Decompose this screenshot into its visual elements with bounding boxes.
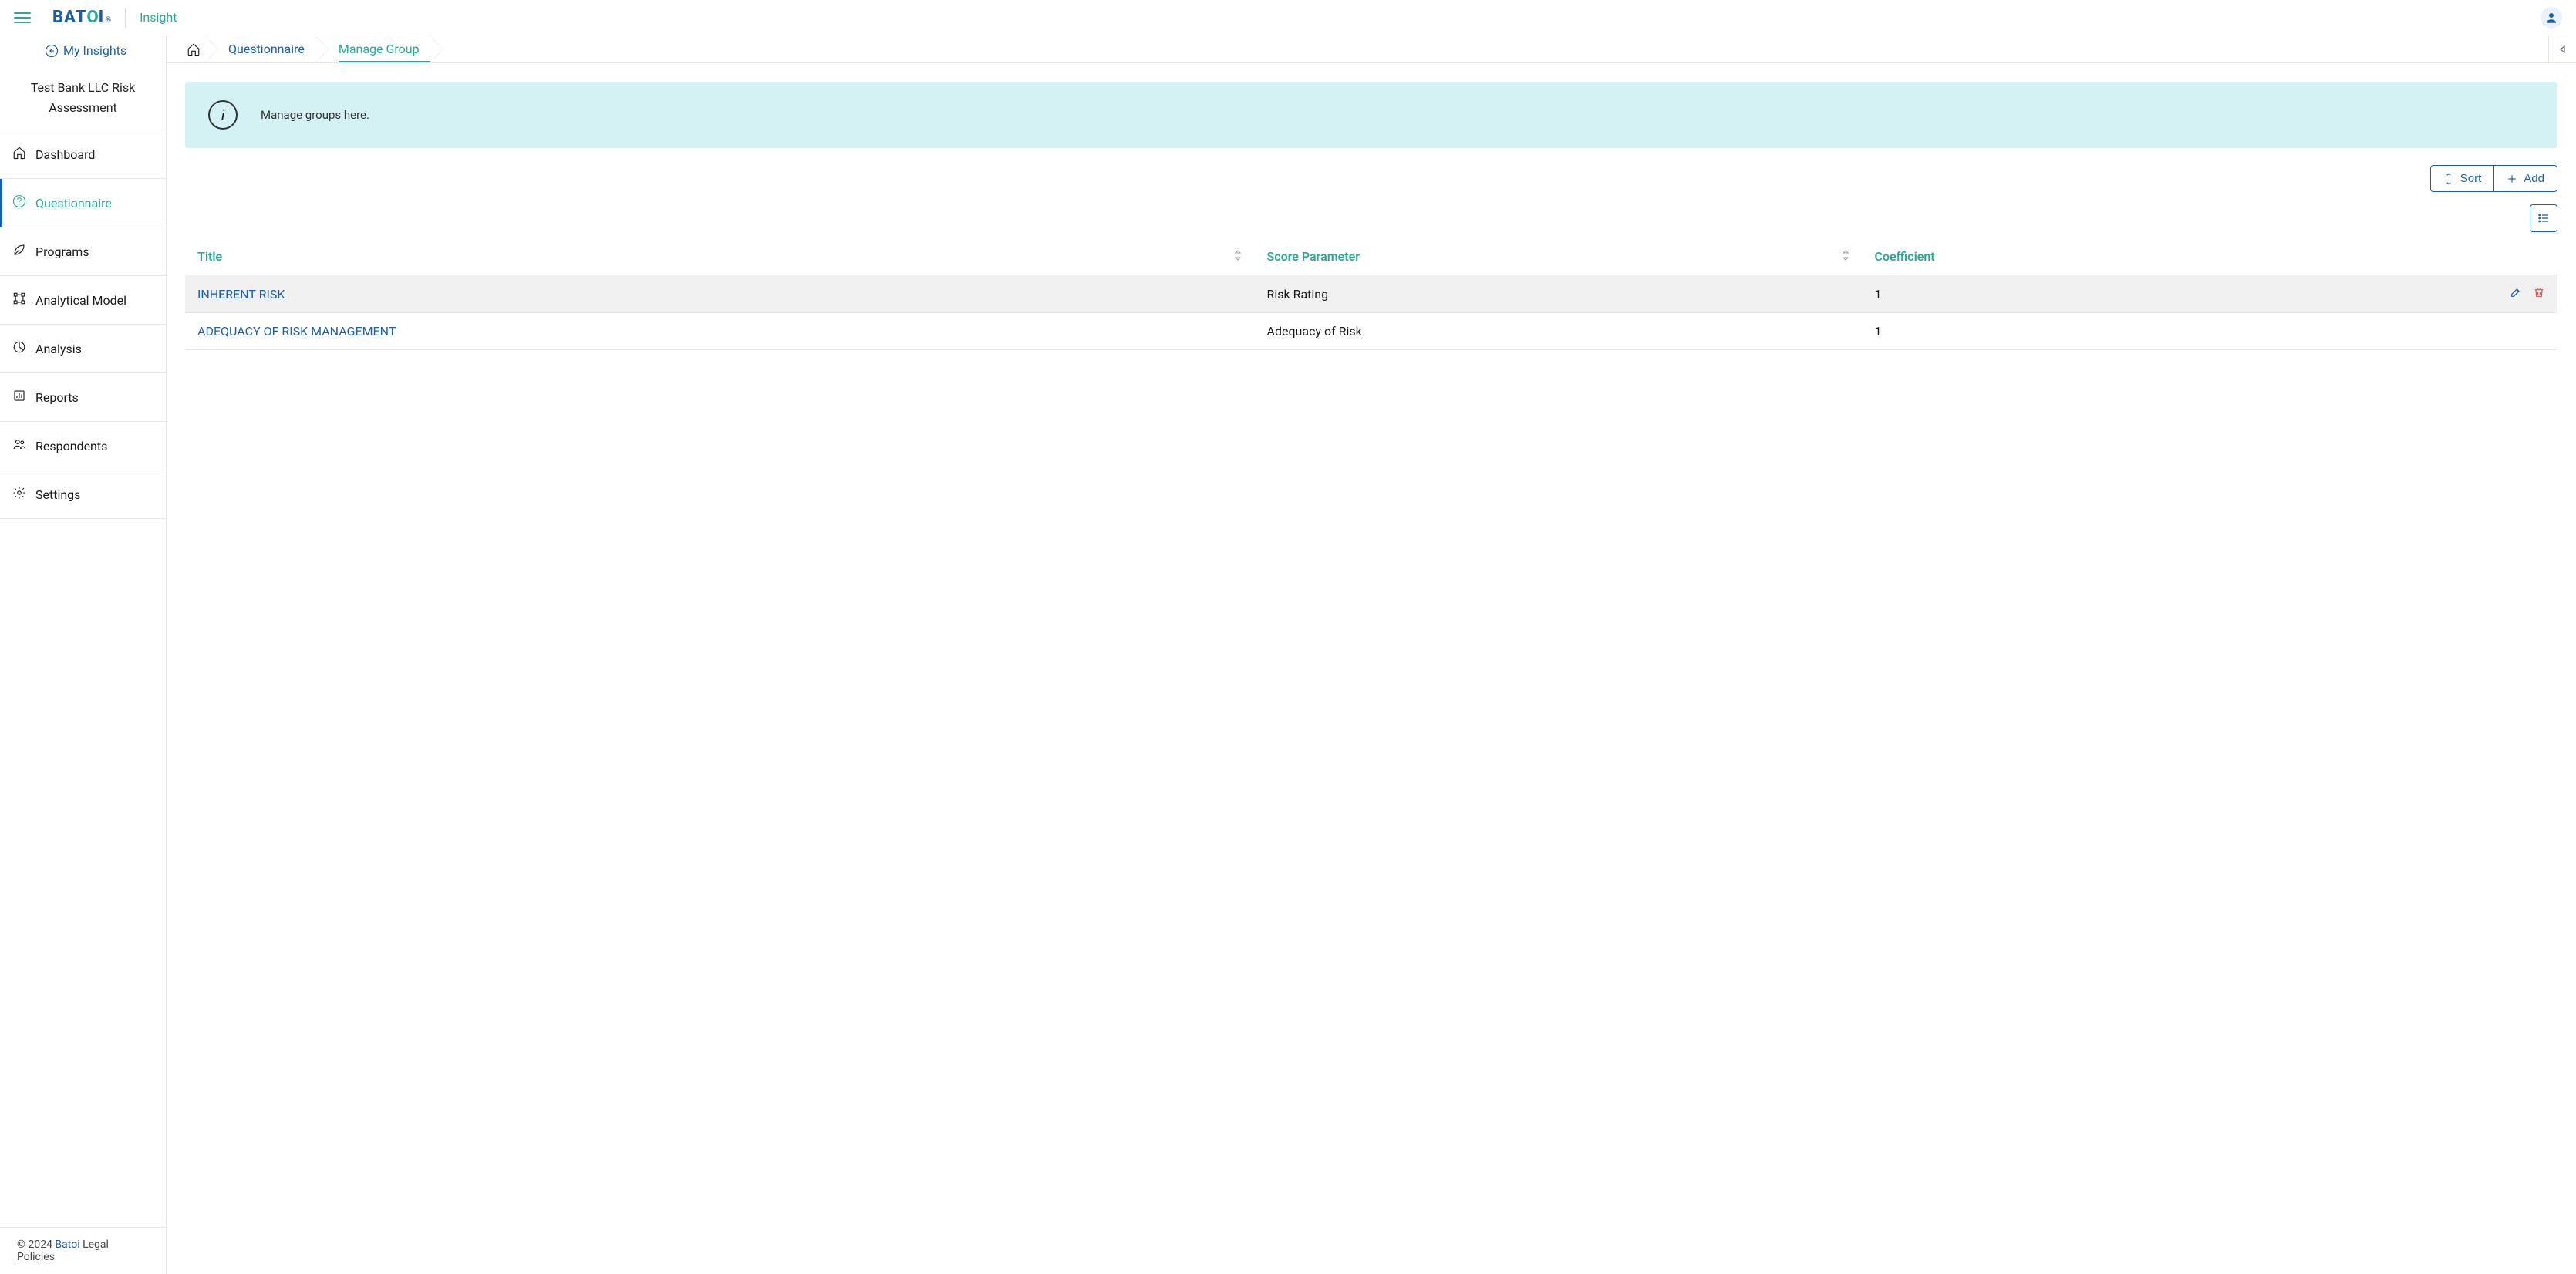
toolbar: Sort Add (185, 165, 2557, 192)
sidebar-nav: Dashboard Questionnaire Programs Analytical… (0, 130, 166, 519)
cell-coefficient: 1 (1863, 313, 2270, 350)
user-icon (2544, 11, 2558, 25)
sidebar-item-label: Reports (35, 390, 79, 405)
cell-title: INHERENT RISK (185, 275, 1255, 313)
sidebar-item-questionnaire[interactable]: Questionnaire (0, 179, 166, 228)
row-actions (2281, 286, 2545, 302)
sidebar-item-analytical-model[interactable]: Analytical Model (0, 276, 166, 325)
my-insights-link[interactable]: My Insights (0, 35, 166, 66)
add-label: Add (2524, 172, 2544, 185)
sort-icon (2443, 174, 2454, 184)
menu-toggle-icon[interactable] (14, 9, 31, 26)
cell-score-param: Risk Rating (1255, 275, 1863, 313)
trash-icon[interactable] (2533, 286, 2545, 302)
triangle-left-icon (2558, 45, 2568, 54)
list-icon (2537, 212, 2550, 224)
col-title-label: Title (197, 249, 222, 264)
collapse-panel-button[interactable] (2548, 35, 2576, 62)
logo-tail: I (99, 8, 105, 27)
logo-leaf: O (86, 8, 98, 27)
sort-toggle-icon[interactable] (1233, 249, 1242, 264)
plus-icon (2507, 174, 2517, 184)
app-name[interactable]: Insight (140, 10, 177, 25)
sidebar-item-analysis[interactable]: Analysis (0, 325, 166, 373)
main-area: i Manage groups here. Sort Add (167, 63, 2576, 1274)
sidebar-item-label: Settings (35, 487, 80, 502)
list-view-toggle[interactable] (2530, 204, 2557, 232)
topbar: BAT O I ® Insight (0, 0, 2576, 35)
sidebar-item-reports[interactable]: Reports (0, 373, 166, 422)
model-icon (12, 292, 26, 308)
col-score-param[interactable]: Score Parameter (1255, 238, 1863, 275)
leaf-icon (12, 243, 26, 260)
pie-icon (12, 340, 26, 357)
sidebar-item-label: Dashboard (35, 147, 95, 162)
col-title[interactable]: Title (185, 238, 1255, 275)
group-title-link[interactable]: ADEQUACY OF RISK MANAGEMENT (197, 324, 396, 339)
table-row: INHERENT RISK Risk Rating1 (185, 275, 2557, 313)
sidebar-item-dashboard[interactable]: Dashboard (0, 130, 166, 179)
brand-logo[interactable]: BAT O I ® (52, 8, 111, 27)
info-message: Manage groups here. (261, 108, 369, 122)
sidebar-item-label: Questionnaire (35, 196, 112, 211)
cell-actions (2269, 313, 2557, 350)
sort-button[interactable]: Sort (2430, 165, 2495, 192)
my-insights-label: My Insights (63, 43, 126, 58)
sidebar-item-label: Programs (35, 244, 89, 259)
breadcrumb-label: Questionnaire (228, 42, 305, 56)
home-icon (187, 42, 201, 56)
sort-toggle-icon[interactable] (1841, 249, 1850, 264)
col-score-label: Score Parameter (1267, 249, 1360, 264)
home-icon (12, 146, 26, 163)
question-icon (12, 194, 26, 211)
table-row: ADEQUACY OF RISK MANAGEMENT Adequacy of R… (185, 313, 2557, 350)
sidebar-item-label: Analysis (35, 342, 82, 356)
breadcrumb-questionnaire[interactable]: Questionnaire (211, 35, 322, 62)
group-title-link[interactable]: INHERENT RISK (197, 287, 285, 302)
bar-icon (12, 389, 26, 406)
users-icon (12, 437, 26, 454)
cell-coefficient: 1 (1863, 275, 2270, 313)
add-button[interactable]: Add (2494, 165, 2557, 192)
breadcrumb-home[interactable] (173, 35, 211, 62)
col-coeff-label: Coefficient (1875, 249, 1935, 264)
info-icon: i (208, 100, 238, 130)
col-actions (2269, 238, 2557, 275)
sidebar-item-programs[interactable]: Programs (0, 228, 166, 276)
footer-brand-link[interactable]: Batoi (55, 1239, 79, 1251)
logo-reg: ® (105, 16, 111, 25)
cell-title: ADEQUACY OF RISK MANAGEMENT (185, 313, 1255, 350)
sidebar-item-settings[interactable]: Settings (0, 470, 166, 519)
sidebar-item-label: Respondents (35, 439, 107, 453)
info-banner: i Manage groups here. (185, 82, 2557, 148)
back-arrow-icon (45, 44, 59, 58)
view-toggle-row (185, 204, 2557, 232)
copyright: © 2024 (17, 1239, 55, 1251)
logo-main: BAT (52, 8, 86, 27)
edit-icon[interactable] (2510, 286, 2522, 302)
content: Questionnaire Manage Group i Manage grou… (167, 35, 2576, 1274)
sidebar-title: Test Bank LLC Risk Assessment (0, 66, 166, 130)
cell-actions (2269, 275, 2557, 313)
col-coefficient[interactable]: Coefficient (1863, 238, 2270, 275)
groups-table: Title Score Parameter Coefficient IN (185, 238, 2557, 350)
sort-label: Sort (2460, 172, 2482, 185)
cell-score-param: Adequacy of Risk (1255, 313, 1863, 350)
gear-icon (12, 486, 26, 503)
sidebar-item-label: Analytical Model (35, 293, 126, 308)
breadcrumb-manage-group[interactable]: Manage Group (322, 35, 437, 62)
sidebar-item-respondents[interactable]: Respondents (0, 422, 166, 470)
divider (125, 8, 126, 27)
sidebar: My Insights Test Bank LLC Risk Assessmen… (0, 35, 167, 1274)
sidebar-footer: © 2024 Batoi Legal Policies (0, 1227, 166, 1274)
breadcrumb: Questionnaire Manage Group (167, 35, 2576, 63)
breadcrumb-label: Manage Group (339, 42, 420, 56)
user-avatar[interactable] (2541, 7, 2562, 29)
